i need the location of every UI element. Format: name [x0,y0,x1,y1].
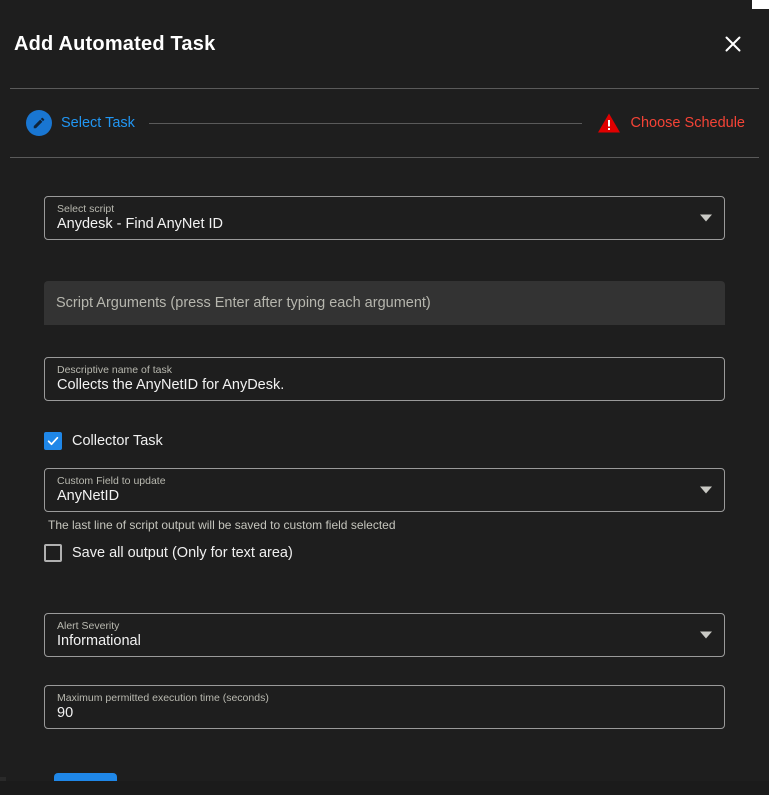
save-all-output-checkbox[interactable]: Save all output (Only for text area) [44,541,725,565]
page-title: Add Automated Task [14,32,216,55]
collector-task-checkbox[interactable]: Collector Task [44,429,725,453]
save-all-output-label: Save all output (Only for text area) [72,545,293,561]
form-body: Select script Anydesk - Find AnyNet ID S… [0,158,769,795]
stepper-step-label: Select Task [61,115,135,131]
max-execution-time-input[interactable]: Maximum permitted execution time (second… [44,685,725,729]
select-script-dropdown[interactable]: Select script Anydesk - Find AnyNet ID [44,196,725,240]
custom-field-helper-text: The last line of script output will be s… [48,518,396,532]
stepper-connector [148,122,582,124]
collector-task-label: Collector Task [72,433,163,449]
alert-severity-label: Alert Severity [57,620,120,632]
max-execution-time-label: Maximum permitted execution time (second… [57,692,269,704]
custom-field-label: Custom Field to update [57,475,166,487]
script-arguments-input[interactable]: Script Arguments (press Enter after typi… [44,281,725,325]
chevron-down-icon[interactable] [700,214,712,222]
checkbox-unchecked-icon [44,544,62,562]
alert-severity-dropdown[interactable]: Alert Severity Informational [44,613,725,657]
chevron-down-icon[interactable] [700,631,712,639]
stepper-step-choose-schedule[interactable]: Choose Schedule [596,110,745,136]
dialog-header: Add Automated Task [0,0,769,88]
max-execution-time-value: 90 [57,705,74,721]
task-name-input[interactable]: Descriptive name of task Collects the An… [44,357,725,401]
warning-triangle-icon [596,110,622,136]
bottom-strip [0,781,769,795]
task-name-value: Collects the AnyNetID for AnyDesk. [57,377,285,393]
pencil-icon [26,110,52,136]
add-automated-task-dialog: Add Automated Task Select Task Choose Sc… [0,0,769,795]
task-name-label: Descriptive name of task [57,364,172,376]
stepper-step-label: Choose Schedule [630,115,745,131]
stepper-step-select-task[interactable]: Select Task [26,110,135,136]
chevron-down-icon[interactable] [700,486,712,494]
stepper: Select Task Choose Schedule [0,89,769,157]
checkbox-checked-icon [44,432,62,450]
alert-severity-value: Informational [57,633,141,649]
custom-field-value: AnyNetID [57,488,120,504]
select-script-label: Select script [57,203,115,215]
select-script-value: Anydesk - Find AnyNet ID [57,216,224,232]
script-arguments-placeholder: Script Arguments (press Enter after typi… [56,295,431,311]
close-icon[interactable] [719,30,747,58]
custom-field-dropdown[interactable]: Custom Field to update AnyNetID [44,468,725,512]
